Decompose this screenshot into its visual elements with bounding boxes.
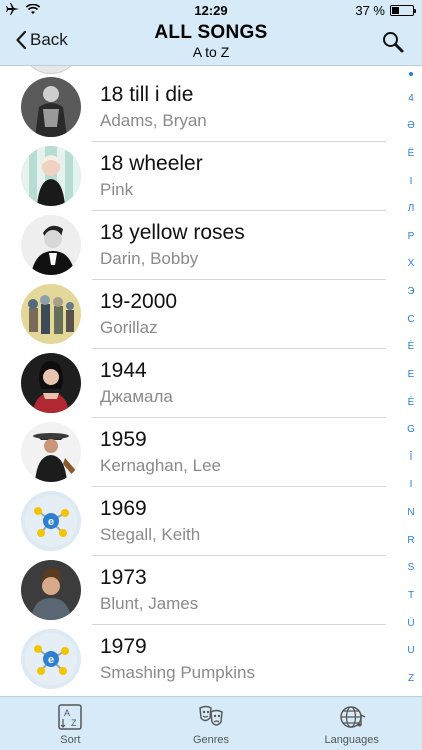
svg-text:e: e [48, 516, 54, 528]
song-row[interactable]: 1973 Blunt, James [0, 556, 402, 625]
song-row[interactable]: 18 wheeler Pink [0, 142, 402, 211]
song-artist: Smashing Pumpkins [100, 663, 255, 682]
song-artist: Stegall, Keith [100, 525, 201, 544]
song-artist: Blunt, James [100, 594, 199, 613]
song-title: 1959 [100, 428, 147, 451]
song-title: 19-2000 [100, 290, 178, 313]
index-letter[interactable]: G [407, 425, 415, 435]
index-letter[interactable]: Î [410, 452, 413, 463]
index-letter[interactable]: T [408, 590, 414, 601]
artist-avatar: e [21, 629, 81, 689]
song-title: 1979 [100, 635, 147, 658]
artist-avatar [21, 284, 81, 344]
index-letter[interactable]: Х [408, 259, 415, 269]
status-bar: 12:29 37 % [0, 0, 422, 20]
artist-avatar: e [21, 491, 81, 551]
song-artist: Adams, Bryan [100, 111, 207, 130]
song-title: 18 yellow roses [100, 221, 245, 244]
song-title: 18 wheeler [100, 152, 203, 175]
page-subtitle: A to Z [192, 44, 230, 60]
index-letter[interactable]: Ë [408, 148, 415, 159]
tab-languages[interactable]: Languages [281, 697, 422, 750]
index-letter[interactable]: Ə [407, 121, 415, 131]
index-letter[interactable]: С [407, 314, 414, 325]
artist-avatar [21, 353, 81, 413]
tab-genres[interactable]: Genres [141, 697, 282, 750]
song-row[interactable]: 1959 Kernaghan, Lee [0, 418, 402, 487]
index-letter[interactable]: È [408, 397, 415, 408]
song-artist: Gorillaz [100, 318, 158, 337]
artist-avatar [21, 146, 81, 206]
index-letter[interactable]: Р [408, 231, 415, 242]
tab-sort[interactable]: AZ Sort [0, 697, 141, 750]
index-letter[interactable]: Z [408, 673, 414, 684]
song-artist: Джамала [100, 387, 173, 406]
song-artist: Pink [100, 180, 134, 199]
song-artist: Darin, Bobby [100, 249, 199, 268]
song-title: 1944 [100, 359, 147, 382]
index-letter[interactable]: N [407, 508, 414, 518]
sort-az-icon: AZ [58, 704, 83, 730]
status-right: 37 % [355, 3, 416, 18]
battery-fill [392, 7, 400, 14]
tab-bar: AZ Sort Genres Languages [0, 696, 422, 750]
song-row[interactable]: 18 till i die Adams, Bryan [0, 73, 402, 142]
song-title: 1969 [100, 497, 147, 520]
nav-bar: Back ALL SONGS A to Z [0, 20, 422, 66]
battery-icon [390, 5, 416, 16]
globe-note-icon [339, 706, 365, 728]
index-letter[interactable]: I [410, 480, 413, 490]
song-row[interactable]: e 1969 Stegall, Keith [0, 487, 402, 556]
tab-label: Languages [324, 734, 379, 746]
song-title: 18 till i die [100, 83, 194, 106]
index-dot[interactable] [409, 72, 413, 76]
index-letter[interactable]: Л [408, 204, 415, 214]
index-letter[interactable]: 4 [408, 93, 414, 104]
tab-label: Genres [192, 734, 230, 746]
song-title: 1973 [100, 566, 147, 589]
tab-label: Sort [60, 734, 81, 746]
song-row[interactable]: e 1979 Smashing Pumpkins [0, 625, 402, 694]
song-list[interactable]: 18 till i die Adams, Bryan 18 wheeler Pi… [0, 66, 402, 696]
alphabet-index[interactable]: 4 Ə Ë I Л Р Х Э С È Е È G Î I N R S T Ü U Z [402, 72, 420, 684]
index-letter[interactable]: Е [408, 369, 415, 380]
index-letter[interactable]: R [407, 535, 414, 546]
song-row[interactable]: 1944 Джамала [0, 349, 402, 418]
song-row[interactable]: 18 yellow roses Darin, Bobby [0, 211, 402, 280]
index-letter[interactable]: I [410, 176, 413, 187]
masks-icon [199, 705, 223, 726]
artist-avatar [21, 560, 81, 620]
song-row[interactable]: 19-2000 Gorillaz [0, 280, 402, 349]
page-title: ALL SONGS [154, 22, 268, 43]
svg-text:Z: Z [71, 718, 77, 728]
song-artist: Kernaghan, Lee [100, 456, 221, 475]
index-letter[interactable]: Э [407, 287, 414, 297]
artist-avatar [21, 215, 81, 275]
svg-text:A: A [64, 708, 70, 718]
search-icon[interactable] [382, 31, 404, 53]
index-letter[interactable]: Ü [407, 618, 414, 629]
artist-avatar [21, 422, 81, 482]
index-letter[interactable]: S [408, 563, 415, 573]
index-letter[interactable]: U [407, 646, 414, 656]
index-letter[interactable]: È [408, 342, 415, 352]
svg-text:e: e [48, 654, 54, 666]
artist-avatar [21, 77, 81, 137]
battery-percent: 37 % [355, 3, 385, 18]
